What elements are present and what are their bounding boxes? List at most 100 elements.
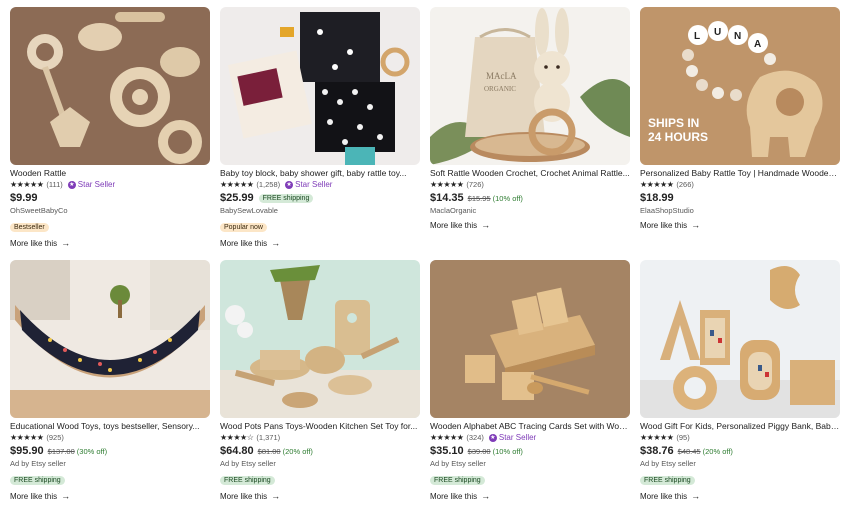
discount: (30% off) [76, 446, 108, 456]
more-like-this-link[interactable]: More like this → [10, 491, 210, 501]
shop-name[interactable]: ElaaShopStudio [640, 206, 840, 216]
ad-label: Ad by Etsy seller [430, 459, 486, 468]
listing-image[interactable] [220, 260, 420, 418]
price: $35.10 [430, 445, 464, 457]
discount: (10% off) [492, 446, 523, 456]
listing-title[interactable]: Soft Rattle Wooden Crochet, Crochet Anim… [430, 168, 630, 179]
discount: (20% off) [282, 446, 313, 456]
price: $25.99 [220, 192, 254, 204]
listing-grid: Wooden Rattle ★★★★★ (111) ★ Star Seller $… [0, 0, 850, 509]
shop-name[interactable]: BabySewLovable [220, 206, 420, 216]
listing-card[interactable]: MAcLA ORGANIC Soft Rattle Wooden Crochet… [430, 7, 630, 230]
original-price: $48.45 [677, 446, 701, 456]
price-row: $95.90 $137.00 (30% off) [10, 444, 210, 458]
listing-image[interactable]: MAcLA ORGANIC [430, 7, 630, 165]
star-seller-icon: ★ [488, 433, 497, 442]
listing-card[interactable]: Wooden Alphabet ABC Tracing Cards Set wi… [430, 260, 630, 501]
original-price: $137.00 [47, 446, 75, 456]
bag-text-1: MAcLA [486, 71, 517, 81]
listing-card[interactable]: Wood Pots Pans Toys-Wooden Kitchen Set T… [220, 260, 420, 501]
rating-row: ★★★★★ (726) [430, 179, 630, 190]
rating-count: (1,371) [256, 433, 281, 442]
more-like-this-link[interactable]: More like this → [430, 220, 630, 230]
rating-count: (95) [676, 433, 690, 442]
rating-stars: ★★★★☆ [220, 433, 254, 442]
listing-title[interactable]: Wooden Alphabet ABC Tracing Cards Set wi… [430, 421, 630, 432]
rating-count: (925) [46, 433, 64, 442]
ad-label: Ad by Etsy seller [640, 459, 696, 468]
price-row: $38.76 $48.45 (20% off) [640, 444, 840, 458]
arrow-right-icon: → [61, 491, 71, 501]
price: $64.80 [220, 445, 254, 457]
listing-card[interactable]: Educational Wood Toys, toys bestseller, … [10, 260, 210, 501]
more-like-this-label: More like this [220, 238, 268, 248]
more-like-this-label: More like this [640, 220, 688, 230]
listing-title[interactable]: Wood Pots Pans Toys-Wooden Kitchen Set T… [220, 421, 420, 432]
rating-count: (324) [466, 433, 484, 442]
listing-title[interactable]: Personalized Baby Rattle Toy | Handmade … [640, 168, 840, 179]
original-price: $39.00 [467, 446, 491, 456]
more-like-this-link[interactable]: More like this → [10, 238, 210, 248]
listing-card[interactable]: Wooden Rattle ★★★★★ (111) ★ Star Seller $… [10, 7, 210, 248]
star-seller-label: Star Seller [498, 433, 537, 442]
more-like-this-link[interactable]: More like this → [640, 491, 840, 501]
rating-stars: ★★★★★ [640, 180, 674, 189]
listing-card[interactable]: Wood Gift For Kids, Personalized Piggy B… [640, 260, 840, 501]
more-like-this-link[interactable]: More like this → [430, 491, 630, 501]
price: $14.35 [430, 192, 464, 204]
rating-row: ★★★★★ (266) [640, 179, 840, 190]
shop-name[interactable]: OhSweetBabyCo [10, 206, 210, 216]
arrow-right-icon: → [61, 238, 71, 248]
listing-card[interactable]: L U N A SHIPS IN 24 HOURS Personalized B… [640, 7, 840, 230]
free-shipping-badge: FREE shipping [258, 193, 314, 203]
rating-stars: ★★★★★ [430, 433, 464, 442]
rating-row: ★★★★★ (925) [10, 432, 210, 443]
listing-card[interactable]: Baby toy block, baby shower gift, baby r… [220, 7, 420, 248]
more-like-this-label: More like this [220, 491, 268, 501]
arrow-right-icon: → [691, 491, 701, 501]
star-seller-badge: ★ Star Seller [488, 433, 537, 442]
listing-image[interactable] [10, 260, 210, 418]
rating-count: (111) [46, 180, 63, 189]
bead-letter: U [714, 27, 721, 38]
listing-image[interactable] [220, 7, 420, 165]
shop-name[interactable]: MaclaOrganic [430, 206, 630, 216]
rating-row: ★★★★★ (95) [640, 432, 840, 443]
more-like-this-link[interactable]: More like this → [220, 238, 420, 248]
bestseller-badge: Bestseller [10, 223, 49, 232]
star-seller-badge: ★ Star Seller [67, 180, 116, 189]
rating-count: (1,258) [256, 180, 281, 189]
rating-stars: ★★★★★ [220, 180, 254, 189]
free-shipping-badge: FREE shipping [10, 476, 65, 485]
more-like-this-label: More like this [10, 491, 58, 501]
popular-now-badge: Popular now [220, 223, 267, 232]
free-shipping-badge: FREE shipping [430, 476, 485, 485]
arrow-right-icon: → [271, 491, 281, 501]
listing-image[interactable] [430, 260, 630, 418]
discount: (10% off) [492, 193, 523, 203]
rating-stars: ★★★★★ [10, 433, 44, 442]
listing-image[interactable] [640, 260, 840, 418]
price: $95.90 [10, 445, 44, 457]
star-seller-icon: ★ [285, 180, 294, 189]
rating-row: ★★★★☆ (1,371) [220, 432, 420, 443]
price-row: $14.35 $15.95 (10% off) [430, 191, 630, 205]
discount: (20% off) [702, 446, 733, 456]
listing-title[interactable]: Baby toy block, baby shower gift, baby r… [220, 168, 420, 179]
star-seller-label: Star Seller [77, 180, 116, 189]
listing-title[interactable]: Wooden Rattle [10, 168, 210, 179]
more-like-this-link[interactable]: More like this → [640, 220, 840, 230]
rating-row: ★★★★★ (111) ★ Star Seller [10, 179, 210, 190]
price: $38.76 [640, 445, 674, 457]
more-like-this-link[interactable]: More like this → [220, 491, 420, 501]
price: $9.99 [10, 192, 38, 204]
arrow-right-icon: → [691, 220, 701, 230]
listing-image[interactable] [10, 7, 210, 165]
listing-title[interactable]: Educational Wood Toys, toys bestseller, … [10, 421, 210, 432]
free-shipping-badge: FREE shipping [640, 476, 695, 485]
price-row: $64.80 $81.00 (20% off) [220, 444, 420, 458]
listing-title[interactable]: Wood Gift For Kids, Personalized Piggy B… [640, 421, 840, 432]
price: $18.99 [640, 192, 674, 204]
rating-stars: ★★★★★ [430, 180, 464, 189]
listing-image[interactable]: L U N A SHIPS IN 24 HOURS [640, 7, 840, 165]
